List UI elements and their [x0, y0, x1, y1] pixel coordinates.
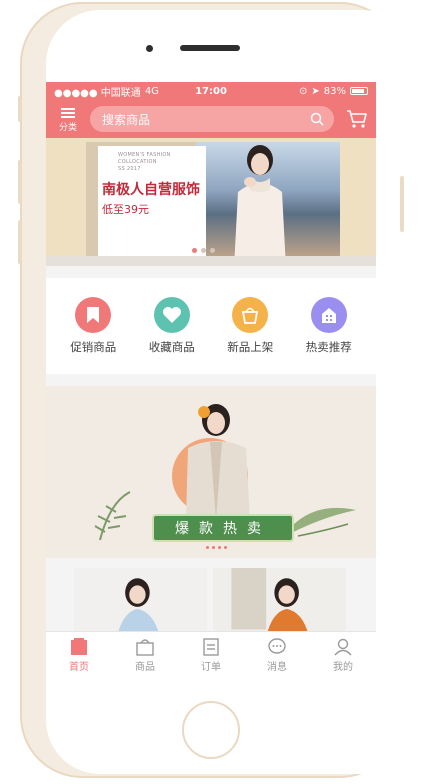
- hot-banner-dot[interactable]: [206, 546, 209, 549]
- tab-label: 商品: [135, 661, 155, 673]
- banner-en-line: SS 2017: [118, 166, 141, 172]
- hot-banner-dot[interactable]: [224, 546, 227, 549]
- category-label: 促销商品: [70, 340, 117, 354]
- category-favorites[interactable]: 收藏商品: [137, 297, 207, 355]
- tab-label: 订单: [201, 661, 221, 673]
- cart-icon: [347, 110, 367, 128]
- hot-banner-pagination: [206, 546, 227, 549]
- hot-banner-dot[interactable]: [212, 546, 215, 549]
- banner-text-card: WOMEN'S FASHION COLLOCATION SS 2017 南极人自…: [98, 146, 206, 258]
- battery-icon: [350, 87, 368, 95]
- tab-orders[interactable]: 订单: [186, 637, 236, 673]
- search-icon: [310, 112, 324, 126]
- shopping-bag-icon: [136, 638, 154, 656]
- side-button: [400, 176, 404, 232]
- category-label: 热卖推荐: [305, 340, 352, 354]
- banner-model-image: [234, 145, 286, 266]
- tab-profile[interactable]: 我的: [318, 638, 368, 673]
- category-label: 新品上架: [227, 340, 274, 354]
- search-input[interactable]: 搜索商品: [90, 106, 334, 132]
- bookmark-icon: [75, 297, 112, 333]
- banner-subtitle: 低至39元: [102, 203, 149, 216]
- tab-label: 首页: [69, 661, 89, 673]
- bag-icon: [232, 297, 269, 333]
- tab-products[interactable]: 商品: [120, 638, 170, 673]
- building-icon: [310, 297, 347, 333]
- category-menu-label: 分类: [58, 122, 77, 133]
- hot-banner-model-image: [186, 404, 250, 520]
- bottom-tab-bar: 首页 商品 订单 消息 我的: [46, 631, 376, 678]
- category-label: 收藏商品: [148, 340, 195, 354]
- promo-banner[interactable]: WOMEN'S FASHION COLLOCATION SS 2017 南极人自…: [46, 138, 376, 266]
- banner-en-line: WOMEN'S FASHION: [118, 152, 171, 158]
- home-button[interactable]: [182, 701, 240, 759]
- tab-label: 我的: [333, 661, 353, 673]
- side-button: [18, 220, 22, 264]
- app-screen: ●●●●● 中国联通 4G 17:00 ⊙ ➤ 83% 分类 搜索商品 WOME…: [46, 82, 376, 678]
- message-icon: [268, 637, 286, 654]
- banner-title: 南极人自营服饰: [102, 182, 200, 198]
- menu-icon: [61, 106, 75, 120]
- home-icon: [71, 637, 87, 655]
- hot-sale-title: 爆款热卖: [152, 514, 294, 542]
- banner-dot[interactable]: [201, 248, 206, 253]
- user-icon: [334, 638, 352, 655]
- side-button: [18, 160, 22, 204]
- category-shortcuts: 促销商品 收藏商品 新品上架 热卖推荐: [46, 278, 376, 374]
- category-menu-button[interactable]: 分类: [54, 106, 82, 133]
- category-new-arrivals[interactable]: 新品上架: [215, 297, 285, 355]
- earpiece-speaker: [180, 45, 240, 51]
- search-placeholder: 搜索商品: [102, 112, 151, 127]
- tab-messages[interactable]: 消息: [252, 637, 302, 673]
- category-hot-picks[interactable]: 热卖推荐: [294, 297, 364, 355]
- hot-banner-dot[interactable]: [218, 546, 221, 549]
- category-promotion[interactable]: 促销商品: [58, 297, 128, 355]
- heart-icon: [153, 297, 190, 333]
- order-icon: [203, 637, 219, 656]
- cart-button[interactable]: [344, 106, 370, 132]
- banner-en-line: COLLOCATION: [118, 159, 157, 165]
- banner-bottom-strip: [46, 256, 376, 266]
- front-camera: [146, 45, 153, 52]
- top-bar: 分类 搜索商品: [46, 100, 376, 138]
- status-bar: ●●●●● 中国联通 4G 17:00 ⊙ ➤ 83%: [46, 82, 376, 100]
- banner-pagination: [192, 248, 215, 253]
- tab-home[interactable]: 首页: [54, 637, 104, 673]
- status-time: 17:00: [195, 85, 227, 97]
- banner-dot[interactable]: [210, 248, 215, 253]
- hot-sale-banner[interactable]: 爆款热卖: [46, 386, 376, 558]
- tab-label: 消息: [267, 661, 287, 673]
- side-button: [18, 96, 22, 122]
- banner-dot[interactable]: [192, 248, 197, 253]
